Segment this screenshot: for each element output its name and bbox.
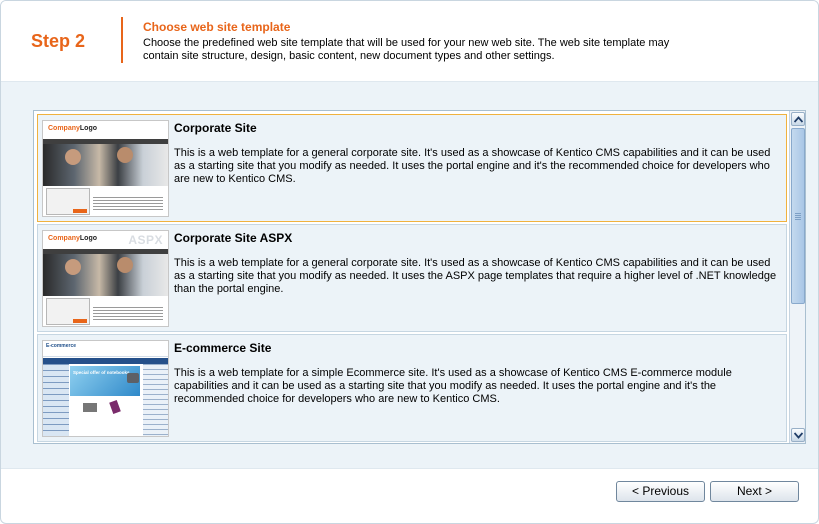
thumbnail-watermark: ASPX	[128, 233, 163, 247]
thumbnail-photo	[43, 144, 168, 186]
template-name: Corporate Site ASPX	[174, 231, 293, 245]
template-thumbnail: E-commerce Special offer of notebooks	[42, 340, 169, 437]
template-description: This is a web template for a simple Ecom…	[174, 367, 732, 405]
next-button[interactable]: Next >	[710, 481, 799, 502]
template-item-ecommerce-site[interactable]: E-commerce Special offer of notebooks E-…	[37, 334, 787, 442]
template-item-corporate-site[interactable]: CompanyLogo Corporate Site This is a web…	[37, 114, 787, 222]
scroll-down-button[interactable]	[791, 428, 805, 442]
template-name: Corporate Site	[174, 121, 257, 135]
step-description: Choose the predefined web site template …	[143, 37, 670, 62]
thumbnail-logo: E-commerce	[46, 343, 77, 349]
template-description: This is a web template for a general cor…	[174, 257, 777, 295]
chevron-up-icon	[794, 116, 803, 123]
template-item-corporate-site-aspx[interactable]: CompanyLogo ASPX Corporate Site ASPX Thi…	[37, 224, 787, 332]
chevron-down-icon	[794, 432, 803, 439]
vertical-scrollbar[interactable]	[789, 111, 805, 443]
template-items: CompanyLogo Corporate Site This is a web…	[34, 111, 789, 443]
template-thumbnail: CompanyLogo ASPX	[42, 230, 169, 327]
step-label: Step 2	[31, 31, 86, 51]
previous-button[interactable]: < Previous	[616, 481, 705, 502]
scrollbar-thumb[interactable]	[791, 128, 805, 304]
thumbnail-logo: CompanyLogo	[48, 125, 98, 132]
template-name: E-commerce Site	[174, 341, 272, 355]
wizard-header: Step 2 Choose web site template Choose t…	[1, 1, 818, 79]
grip-icon	[795, 213, 801, 220]
header-divider	[121, 17, 123, 63]
wizard-window: Step 2 Choose web site template Choose t…	[0, 0, 819, 524]
template-description: This is a web template for a general cor…	[174, 147, 771, 185]
template-thumbnail: CompanyLogo	[42, 120, 169, 217]
step-title: Choose web site template	[143, 20, 291, 34]
content-panel: CompanyLogo Corporate Site This is a web…	[1, 81, 818, 469]
scroll-up-button[interactable]	[791, 112, 805, 126]
thumbnail-photo	[43, 254, 168, 296]
template-list[interactable]: CompanyLogo Corporate Site This is a web…	[33, 110, 806, 444]
thumbnail-logo: CompanyLogo	[48, 235, 98, 242]
